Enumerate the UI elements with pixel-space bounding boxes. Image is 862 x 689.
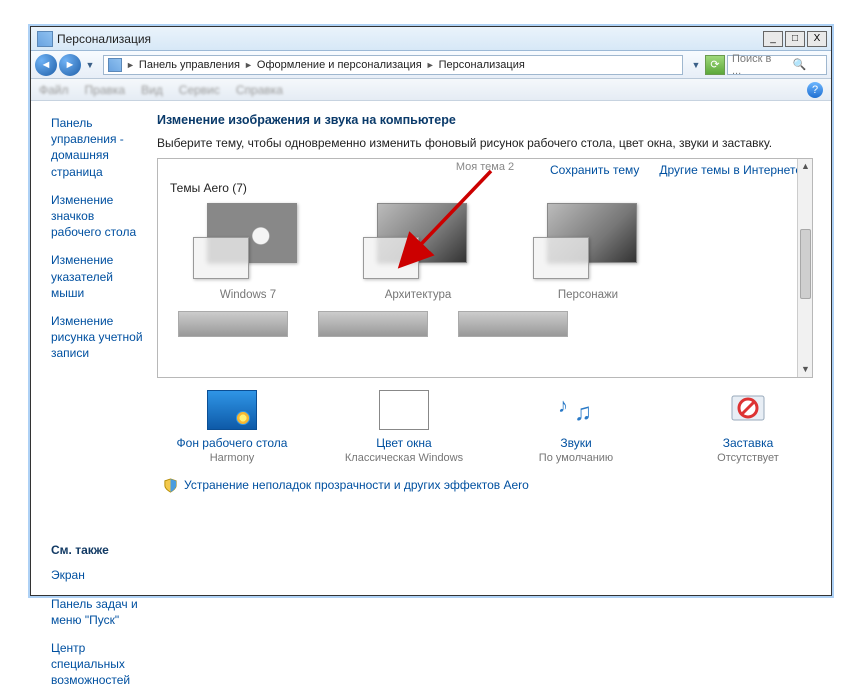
- desktop-background-value: Harmony: [167, 452, 297, 464]
- screensaver-icon: [723, 390, 773, 430]
- chevron-right-icon: ►: [126, 60, 135, 70]
- svg-text:♪: ♪: [558, 395, 568, 417]
- theme-architecture[interactable]: Архитектура: [348, 203, 488, 301]
- theme-characters[interactable]: Персонажи: [518, 203, 658, 301]
- page-subtext: Выберите тему, чтобы одновременно измени…: [157, 135, 813, 152]
- menu-view[interactable]: Вид: [141, 83, 163, 97]
- titlebar[interactable]: Персонализация _ □ X: [31, 27, 831, 51]
- nav-history-dropdown[interactable]: ▼: [83, 54, 97, 76]
- sounds-value: По умолчанию: [511, 452, 641, 464]
- navbar: ◄ ► ▼ ► Панель управления ► Оформление и…: [31, 51, 831, 79]
- bottom-settings-row: Фон рабочего стола Harmony Цвет окна Кла…: [157, 390, 813, 464]
- chevron-right-icon: ►: [244, 60, 253, 70]
- menubar: Файл Правка Вид Сервис Справка ?: [31, 79, 831, 101]
- app-icon: [37, 31, 53, 47]
- theme-thumb-partial[interactable]: [318, 311, 428, 337]
- screensaver-title: Заставка: [683, 436, 813, 450]
- sidebar-change-account-picture[interactable]: Изменение рисунка учетной записи: [51, 313, 147, 362]
- window-color-button[interactable]: Цвет окна Классическая Windows: [339, 390, 469, 464]
- sidebar-taskbar-start[interactable]: Панель задач и меню "Пуск": [51, 596, 147, 628]
- theme-thumb-partial[interactable]: [458, 311, 568, 337]
- theme-label: Архитектура: [348, 289, 488, 301]
- address-bar[interactable]: ► Панель управления ► Оформление и персо…: [103, 55, 683, 75]
- maximize-button[interactable]: □: [785, 31, 805, 47]
- aero-themes-heading: Темы Aero (7): [170, 181, 802, 195]
- troubleshoot-row: Устранение неполадок прозрачности и друг…: [157, 478, 813, 493]
- breadcrumb-appearance[interactable]: Оформление и персонализация: [257, 59, 422, 71]
- menu-tools[interactable]: Сервис: [179, 83, 220, 97]
- scroll-down-icon[interactable]: ▼: [798, 362, 813, 377]
- search-placeholder: Поиск в ...: [732, 53, 777, 77]
- theme-thumb-partial[interactable]: [178, 311, 288, 337]
- window-color-value: Классическая Windows: [339, 452, 469, 464]
- sidebar-change-desktop-icons[interactable]: Изменение значков рабочего стола: [51, 192, 147, 241]
- sounds-button[interactable]: ♪♫ Звуки По умолчанию: [511, 390, 641, 464]
- sidebar-home-link[interactable]: Панель управления - домашняя страница: [51, 115, 147, 180]
- sidebar: Панель управления - домашняя страница Из…: [31, 101, 157, 595]
- save-theme-link[interactable]: Сохранить тему: [550, 163, 639, 177]
- window-title: Персонализация: [57, 32, 763, 46]
- scroll-thumb[interactable]: [800, 229, 811, 299]
- theme-windows7[interactable]: Windows 7: [178, 203, 318, 301]
- address-dropdown[interactable]: ▼: [689, 54, 703, 76]
- main-content: Изменение изображения и звука на компьют…: [157, 101, 831, 595]
- page-heading: Изменение изображения и звука на компьют…: [157, 113, 813, 127]
- forward-button[interactable]: ►: [59, 54, 81, 76]
- sounds-title: Звуки: [511, 436, 641, 450]
- see-also-heading: См. также: [51, 543, 147, 557]
- search-icon[interactable]: 🔍: [777, 58, 822, 72]
- search-box[interactable]: Поиск в ... 🔍: [727, 55, 827, 75]
- minimize-button[interactable]: _: [763, 31, 783, 47]
- breadcrumb-control-panel[interactable]: Панель управления: [139, 59, 240, 71]
- theme-label: Windows 7: [178, 289, 318, 301]
- sidebar-ease-of-access[interactable]: Центр специальных возможностей: [51, 640, 147, 689]
- shield-icon: [163, 478, 178, 493]
- window-color-icon: [379, 390, 429, 430]
- chevron-right-icon: ►: [426, 60, 435, 70]
- themes-scrollbar[interactable]: ▲ ▼: [797, 159, 812, 377]
- themes-pane: Моя тема 2 Сохранить тему Другие темы в …: [157, 158, 813, 378]
- more-themes-link[interactable]: Другие темы в Интернете: [659, 163, 802, 177]
- svg-text:♫: ♫: [574, 399, 592, 426]
- help-icon[interactable]: ?: [807, 82, 823, 98]
- theme-label: Персонажи: [518, 289, 658, 301]
- my-theme-label: Моя тема 2: [456, 161, 514, 173]
- refresh-button[interactable]: ⟳: [705, 55, 725, 75]
- desktop-background-title: Фон рабочего стола: [167, 436, 297, 450]
- screensaver-value: Отсутствует: [683, 452, 813, 464]
- breadcrumb-personalization[interactable]: Персонализация: [439, 59, 525, 71]
- menu-file[interactable]: Файл: [39, 83, 69, 97]
- sounds-icon: ♪♫: [551, 390, 601, 430]
- personalization-window: Персонализация _ □ X ◄ ► ▼ ► Панель упра…: [30, 26, 832, 596]
- desktop-background-button[interactable]: Фон рабочего стола Harmony: [167, 390, 297, 464]
- sidebar-change-mouse-pointers[interactable]: Изменение указателей мыши: [51, 252, 147, 301]
- menu-help[interactable]: Справка: [236, 83, 283, 97]
- menu-edit[interactable]: Правка: [85, 83, 126, 97]
- window-color-title: Цвет окна: [339, 436, 469, 450]
- close-button[interactable]: X: [807, 31, 827, 47]
- desktop-background-icon: [207, 390, 257, 430]
- scroll-up-icon[interactable]: ▲: [798, 159, 813, 174]
- back-button[interactable]: ◄: [35, 54, 57, 76]
- location-icon: [108, 58, 122, 72]
- troubleshoot-aero-link[interactable]: Устранение неполадок прозрачности и друг…: [184, 478, 529, 492]
- sidebar-display[interactable]: Экран: [51, 567, 147, 583]
- screensaver-button[interactable]: Заставка Отсутствует: [683, 390, 813, 464]
